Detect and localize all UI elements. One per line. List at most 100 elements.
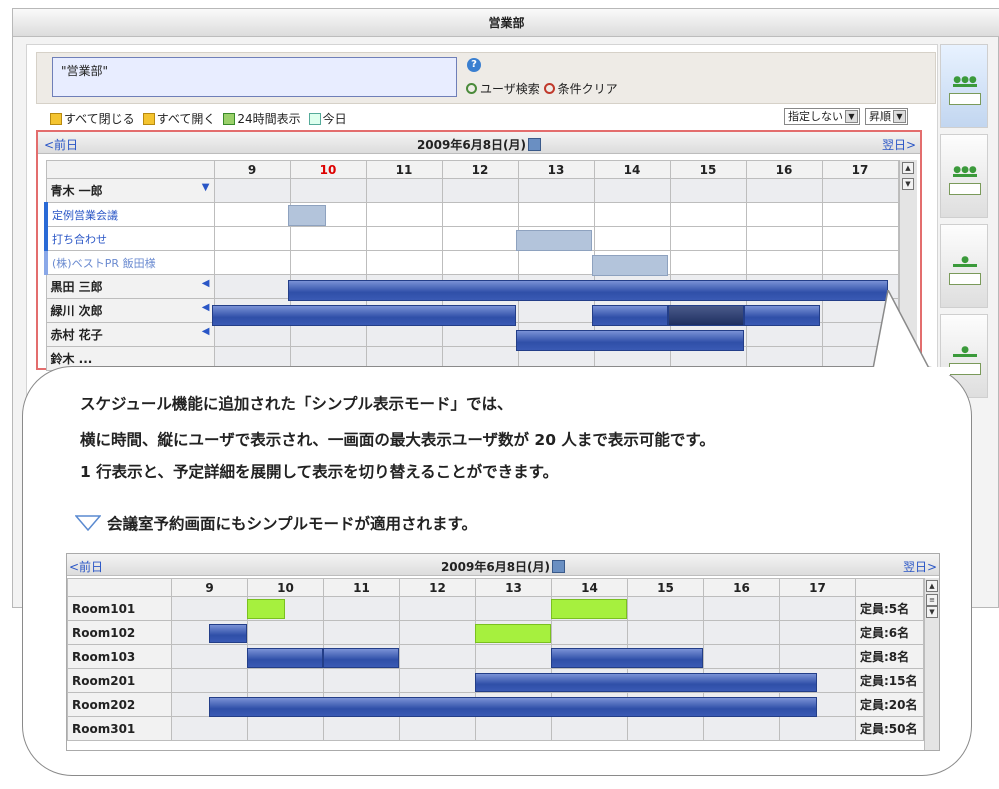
time-slot[interactable] xyxy=(821,250,899,275)
time-slot[interactable] xyxy=(517,250,595,275)
time-slot[interactable] xyxy=(365,178,443,203)
time-slot[interactable] xyxy=(517,178,595,203)
expand-toggle-icon[interactable]: ◀ xyxy=(202,326,210,337)
time-slot[interactable] xyxy=(669,202,747,227)
calendar-icon[interactable] xyxy=(528,138,542,151)
schedule-bar[interactable] xyxy=(288,205,326,226)
room-time-slot[interactable] xyxy=(703,596,780,621)
room-time-slot[interactable] xyxy=(247,716,324,741)
room-prev-day-link[interactable]: <前日 xyxy=(69,558,103,575)
room-time-slot[interactable] xyxy=(323,716,400,741)
room-time-slot[interactable] xyxy=(171,716,248,741)
user-search-link[interactable]: ユーザ検索 xyxy=(466,82,540,96)
event-name[interactable]: 定例営業会議 xyxy=(44,202,215,227)
room-time-slot[interactable] xyxy=(323,620,400,645)
room-time-slot[interactable] xyxy=(399,716,476,741)
time-slot[interactable] xyxy=(213,322,291,347)
room-time-slot[interactable] xyxy=(779,716,856,741)
room-time-slot[interactable] xyxy=(475,644,552,669)
prev-day-link[interactable]: <前日 xyxy=(44,136,78,153)
scroll-up-icon[interactable]: ▲ xyxy=(926,580,938,592)
room-time-slot[interactable] xyxy=(171,644,248,669)
schedule-bar[interactable] xyxy=(592,255,668,276)
room-time-slot[interactable] xyxy=(779,620,856,645)
time-slot[interactable] xyxy=(593,178,671,203)
next-day-link[interactable]: 翌日> xyxy=(882,136,916,153)
time-slot[interactable] xyxy=(669,178,747,203)
room-booking-bar[interactable] xyxy=(209,623,247,643)
time-slot[interactable] xyxy=(289,322,367,347)
time-slot[interactable] xyxy=(365,226,443,251)
time-slot[interactable] xyxy=(365,250,443,275)
scroll-up-icon[interactable]: ▲ xyxy=(902,162,914,174)
sort-field-select[interactable]: 指定しない ▼ xyxy=(784,108,860,125)
schedule-bar[interactable] xyxy=(212,305,516,326)
time-slot[interactable] xyxy=(517,298,595,323)
schedule-bar[interactable] xyxy=(516,330,744,351)
room-booking-bar[interactable] xyxy=(247,599,285,619)
time-slot[interactable] xyxy=(669,250,747,275)
help-icon[interactable]: ? xyxy=(467,58,481,72)
calendar-icon[interactable] xyxy=(552,560,566,573)
time-slot[interactable] xyxy=(669,226,747,251)
scroll-down-icon[interactable]: ▼ xyxy=(926,606,938,618)
time-slot[interactable] xyxy=(517,202,595,227)
schedule-bar[interactable] xyxy=(668,305,744,326)
scroll-middle-icon[interactable]: ≡ xyxy=(926,594,938,606)
time-slot[interactable] xyxy=(441,322,519,347)
time-slot[interactable] xyxy=(745,202,823,227)
time-slot[interactable] xyxy=(213,250,291,275)
room-time-slot[interactable] xyxy=(551,716,628,741)
expand-toggle-icon[interactable]: ▼ xyxy=(202,182,210,193)
schedule-bar[interactable] xyxy=(516,230,592,251)
time-slot[interactable] xyxy=(821,202,899,227)
room-time-slot[interactable] xyxy=(399,644,476,669)
time-slot[interactable] xyxy=(213,202,291,227)
room-time-slot[interactable] xyxy=(247,620,324,645)
room-booking-bar[interactable] xyxy=(475,623,551,643)
room-time-slot[interactable] xyxy=(627,716,704,741)
room-time-slot[interactable] xyxy=(475,716,552,741)
time-slot[interactable] xyxy=(289,250,367,275)
room-booking-bar[interactable] xyxy=(551,648,703,668)
group-day-view-button[interactable]: ●●● xyxy=(940,44,988,128)
search-input[interactable]: "営業部" xyxy=(52,57,457,97)
time-slot[interactable] xyxy=(745,226,823,251)
room-time-slot[interactable] xyxy=(551,620,628,645)
room-booking-bar[interactable] xyxy=(209,697,817,717)
room-time-slot[interactable] xyxy=(703,716,780,741)
room-time-slot[interactable] xyxy=(703,644,780,669)
room-booking-bar[interactable] xyxy=(323,648,399,668)
schedule-bar[interactable] xyxy=(592,305,668,326)
time-slot[interactable] xyxy=(213,226,291,251)
time-slot[interactable] xyxy=(441,202,519,227)
time-slot[interactable] xyxy=(213,274,291,299)
scroll-down-icon[interactable]: ▼ xyxy=(902,178,914,190)
schedule-bar[interactable] xyxy=(744,305,820,326)
today-button[interactable]: 今日 xyxy=(308,110,347,127)
sort-order-select[interactable]: 昇順 ▼ xyxy=(865,108,908,125)
time-slot[interactable] xyxy=(365,322,443,347)
room-time-slot[interactable] xyxy=(399,668,476,693)
room-booking-bar[interactable] xyxy=(551,599,627,619)
time-slot[interactable] xyxy=(441,226,519,251)
time-slot[interactable] xyxy=(441,178,519,203)
time-slot[interactable] xyxy=(593,226,671,251)
room-booking-bar[interactable] xyxy=(247,648,323,668)
room-next-day-link[interactable]: 翌日> xyxy=(903,558,937,575)
time-slot[interactable] xyxy=(289,226,367,251)
room-time-slot[interactable] xyxy=(703,620,780,645)
room-time-slot[interactable] xyxy=(627,596,704,621)
group-week-view-button[interactable]: ●●● xyxy=(940,134,988,218)
expand-toggle-icon[interactable]: ◀ xyxy=(202,278,210,289)
expand-all-button[interactable]: すべて開く xyxy=(142,110,215,127)
time-slot[interactable] xyxy=(821,226,899,251)
room-time-slot[interactable] xyxy=(627,620,704,645)
room-booking-bar[interactable] xyxy=(475,672,817,692)
schedule-bar[interactable] xyxy=(288,280,889,301)
room-time-slot[interactable] xyxy=(247,668,324,693)
room-scrollbar[interactable]: ▲ ≡ ▼ xyxy=(924,578,939,750)
time-slot[interactable] xyxy=(213,178,291,203)
room-time-slot[interactable] xyxy=(323,668,400,693)
event-name[interactable]: 打ち合わせ xyxy=(44,226,215,251)
